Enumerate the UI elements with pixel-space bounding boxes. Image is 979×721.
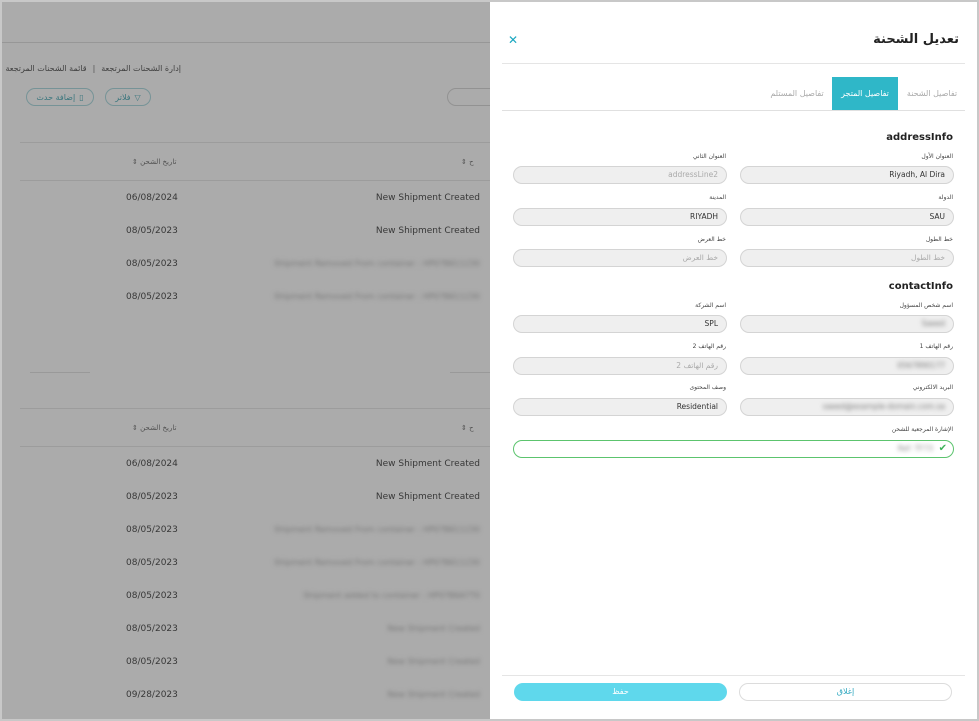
tab-store-details[interactable]: تفاصيل المتجر xyxy=(832,77,898,110)
company-label: اسم الشركة xyxy=(695,302,726,309)
drawer-title: تعديل الشحنة xyxy=(873,32,959,47)
close-button[interactable]: إغلاق xyxy=(739,683,952,701)
content-description-field[interactable]: Residential xyxy=(513,398,727,416)
shipping-reference-field[interactable]: ✔ Ref: TF73 xyxy=(513,440,954,458)
close-icon[interactable]: ✕ xyxy=(508,34,518,46)
phone2-field[interactable]: رقم الهاتف 2 xyxy=(513,357,727,375)
latitude-label: خط العرض xyxy=(697,236,726,243)
modal-backdrop[interactable] xyxy=(0,0,490,721)
phone1-field[interactable]: 0567890177 xyxy=(740,357,954,375)
phone2-label: رقم الهاتف 2 xyxy=(692,343,726,350)
footer-divider xyxy=(502,675,965,676)
address2-field[interactable]: addressLine2 xyxy=(513,166,727,184)
header-divider xyxy=(502,63,965,64)
content-description-label: وصف المحتوى xyxy=(689,384,726,391)
contact-person-label: اسم شخص المسؤول xyxy=(899,302,953,309)
contact-section-title: contactInfo xyxy=(888,281,953,292)
edit-shipment-drawer: تعديل الشحنة ✕ تفاصيل الشحنة تفاصيل المت… xyxy=(490,2,977,719)
address-section-title: addressInfo xyxy=(886,132,953,143)
address1-field[interactable]: Riyadh, Al Dira xyxy=(740,166,954,184)
country-field[interactable]: SAU xyxy=(740,208,954,226)
address1-label: العنوان الأول xyxy=(921,153,953,160)
longitude-label: خط الطول xyxy=(925,236,953,243)
check-icon: ✔ xyxy=(938,443,947,454)
country-label: الدولة xyxy=(938,194,953,201)
save-button[interactable]: حفظ xyxy=(514,683,727,701)
tab-bar: تفاصيل الشحنة تفاصيل المتجر تفاصيل المست… xyxy=(502,77,965,111)
tab-receiver-details[interactable]: تفاصيل المستلم xyxy=(764,77,830,110)
longitude-field[interactable]: خط الطول xyxy=(740,249,954,267)
phone1-label: رقم الهاتف 1 xyxy=(919,343,953,350)
city-field[interactable]: RIYADH xyxy=(513,208,727,226)
contact-person-field[interactable]: Saeed xyxy=(740,315,954,333)
email-label: البريد الالكتروني xyxy=(912,384,953,391)
email-field[interactable]: saeed@example-domain.com.sa xyxy=(740,398,954,416)
shipping-reference-label: الإشارة المرجعية للشحن xyxy=(891,426,953,433)
latitude-field[interactable]: خط العرض xyxy=(513,249,727,267)
address2-label: العنوان الثاني xyxy=(692,153,726,160)
city-label: المدينة xyxy=(709,194,726,201)
company-field[interactable]: SPL xyxy=(513,315,727,333)
tab-shipment-details[interactable]: تفاصيل الشحنة xyxy=(899,77,965,110)
